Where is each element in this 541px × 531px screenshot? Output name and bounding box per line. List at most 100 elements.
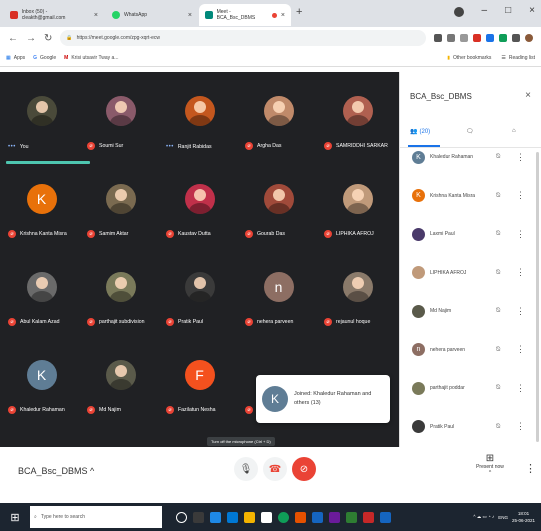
other-bookmarks[interactable]: ▮ Other bookmarks — [447, 55, 491, 61]
app-icon[interactable] — [363, 511, 374, 523]
profile-icon[interactable] — [453, 7, 464, 17]
more-options-icon[interactable]: ⋮ — [516, 267, 525, 278]
bookmark-krisi[interactable]: M Krisi utsavir Tway a... — [64, 55, 118, 61]
participant-tile[interactable]: n ⌀ nehera parveen — [239, 250, 318, 338]
app-icon[interactable] — [346, 511, 357, 523]
cortana-icon[interactable] — [176, 511, 187, 523]
taskbar-search-box[interactable]: ⌕ Type here to search — [30, 506, 162, 528]
participant-row[interactable]: n nehera parveen ⍉ ⋮ — [400, 331, 541, 369]
more-options-icon[interactable]: ⋮ — [516, 152, 525, 163]
participant-tile[interactable]: K ⌀ Krishna Kanta Misra — [2, 162, 81, 250]
participant-tile[interactable]: ••• You — [2, 74, 90, 164]
close-tab-icon[interactable]: × — [281, 12, 285, 19]
more-options-icon[interactable]: ⋮ — [516, 383, 525, 394]
word-icon[interactable] — [380, 511, 391, 523]
star-icon[interactable] — [460, 34, 468, 42]
whatsapp-icon — [112, 11, 120, 19]
participant-tile[interactable]: K ⌀ Khaledur Rahaman — [2, 338, 81, 426]
tab-chat[interactable]: 🗨 — [466, 128, 474, 135]
windows-start-icon[interactable]: ⊞ — [0, 503, 30, 531]
avatar[interactable] — [525, 34, 533, 42]
participant-tile[interactable]: ⌀ Md Najim — [81, 338, 160, 426]
avatar — [26, 272, 57, 302]
tab-gmail[interactable]: Inbox (50) - cleakth@gmail.com × — [4, 4, 104, 26]
participant-tile[interactable]: ⌀ Argha Das — [239, 74, 318, 162]
clock[interactable]: 18:01 25-06-2021 — [512, 510, 535, 524]
notepad-icon[interactable] — [261, 511, 272, 523]
participant-tile[interactable]: ⌀ rejaunul hoque — [318, 250, 397, 338]
new-tab-button[interactable]: + — [296, 6, 302, 18]
mic-off-icon: ⍉ — [496, 307, 501, 314]
store-icon[interactable] — [227, 511, 238, 523]
extension-red-icon[interactable] — [473, 34, 481, 42]
participant-tile[interactable]: ⌀ SAMRIDDHI SARKAR — [318, 74, 397, 162]
meeting-details-button[interactable]: BCA_Bsc_DBMS ^ — [18, 466, 94, 476]
edge-icon[interactable] — [210, 511, 221, 523]
close-icon[interactable]: × — [525, 90, 531, 101]
address-bar[interactable]: 🔒 https://meet.google.com/zpg-xqrt-ecw — [60, 30, 426, 46]
puzzle-icon[interactable] — [512, 34, 520, 42]
camera-button[interactable]: ⊘ — [292, 457, 316, 481]
participant-row[interactable]: Pratik Paul ⍉ ⋮ — [400, 408, 541, 446]
participant-tile[interactable]: ⌀ parthajit subdivision — [81, 250, 160, 338]
forward-icon[interactable]: → — [26, 33, 36, 44]
participant-tile[interactable]: ⌀ Abul Kalam Azad — [2, 250, 81, 338]
tray-icons[interactable]: ^ ☁ ▭ ◔ ♪ — [473, 514, 494, 520]
more-options-icon[interactable]: ⋮ — [516, 190, 525, 201]
participant-row[interactable]: Md Najim ⍉ ⋮ — [400, 292, 541, 330]
mic-muted-icon: ⌀ — [87, 318, 95, 326]
participant-row[interactable]: K Krishna Kanta Misra ⍉ ⋮ — [400, 177, 541, 215]
translate-icon[interactable] — [447, 34, 455, 42]
microphone-button[interactable]: 🎙 — [234, 457, 258, 481]
app-icon[interactable] — [329, 511, 340, 523]
more-options-icon[interactable]: ⋮ — [516, 344, 525, 355]
system-tray: ^ ☁ ▭ ◔ ♪ ENG 18:01 25-06-2021 — [473, 510, 541, 524]
participant-tile[interactable]: ⌀ Pratik Paul — [160, 250, 239, 338]
close-tab-icon[interactable]: × — [94, 12, 98, 19]
tab-whatsapp[interactable]: WhatsApp × — [106, 4, 198, 26]
close-tab-icon[interactable]: × — [188, 12, 192, 19]
participant-name: rejaunul hoque — [336, 319, 371, 325]
participant-tile[interactable]: F ⌀ Fazilatun Nesha — [160, 338, 239, 426]
present-now-button[interactable]: ⊞ Present now ^ — [470, 453, 510, 476]
more-options-icon[interactable]: ⋮ — [516, 229, 525, 240]
panel-scrollbar[interactable] — [536, 152, 539, 442]
bookmark-google[interactable]: G Google — [33, 55, 56, 61]
reading-list[interactable]: ☰ Reading list — [501, 55, 535, 61]
more-options-button[interactable]: ⋮ — [525, 462, 536, 475]
chrome-icon[interactable] — [278, 511, 289, 523]
task-view-icon[interactable] — [193, 511, 204, 523]
extension-blue-icon[interactable] — [486, 34, 494, 42]
more-options-icon[interactable]: ⋮ — [516, 421, 525, 432]
participant-tile[interactable]: ⌀ Samim Aktar — [81, 162, 160, 250]
participant-tile[interactable]: ••• Ranjit Rabidas — [160, 74, 239, 162]
tab-meet[interactable]: Meet - BCA_Bsc_DBMS × — [199, 4, 291, 26]
leave-call-button[interactable]: ☎ — [263, 457, 287, 481]
participant-tile[interactable]: ⌀ Soumi Sur — [81, 74, 160, 162]
extension-green-icon[interactable] — [499, 34, 507, 42]
close-window-button[interactable]: × — [529, 5, 535, 17]
app-icon[interactable] — [295, 511, 306, 523]
tab-activities[interactable]: ⌂ — [512, 128, 516, 134]
language-indicator[interactable]: ENG — [498, 515, 508, 520]
participant-list[interactable]: K Khaledur Rahaman ⍉ ⋮ K Krishna Kanta Misra ⍉… — [400, 148, 541, 447]
bookmark-apps[interactable]: ▦ Apps — [6, 55, 25, 61]
participant-tile[interactable]: ⌀ Kaustav Dutta — [160, 162, 239, 250]
participant-row[interactable]: K Khaledur Rahaman ⍉ ⋮ — [400, 148, 541, 176]
back-icon[interactable]: ← — [8, 33, 18, 44]
app-icon[interactable] — [312, 511, 323, 523]
maximize-button[interactable]: □ — [505, 5, 511, 17]
camera-icon[interactable] — [434, 34, 442, 42]
participant-row[interactable]: LIPHIKA AFROJ ⍉ ⋮ — [400, 254, 541, 292]
participant-tile[interactable]: ⌀ Gourab Das — [239, 162, 318, 250]
minimize-button[interactable]: – — [482, 5, 488, 17]
participant-tile[interactable]: ⌀ LIPHIKA AFROJ — [318, 162, 397, 250]
more-options-icon[interactable]: ⋮ — [516, 306, 525, 317]
reload-icon[interactable]: ↻ — [44, 33, 52, 44]
tile-label: ⌀ SAMRIDDHI SARKAR — [324, 142, 388, 150]
people-icon: 👥 — [410, 129, 418, 135]
tab-people[interactable]: 👥 (20) — [410, 128, 430, 136]
participant-row[interactable]: parthajit poddar ⍉ ⋮ — [400, 369, 541, 407]
file-explorer-icon[interactable] — [244, 511, 255, 523]
participant-row[interactable]: Laxmi Paul ⍉ ⋮ — [400, 215, 541, 253]
